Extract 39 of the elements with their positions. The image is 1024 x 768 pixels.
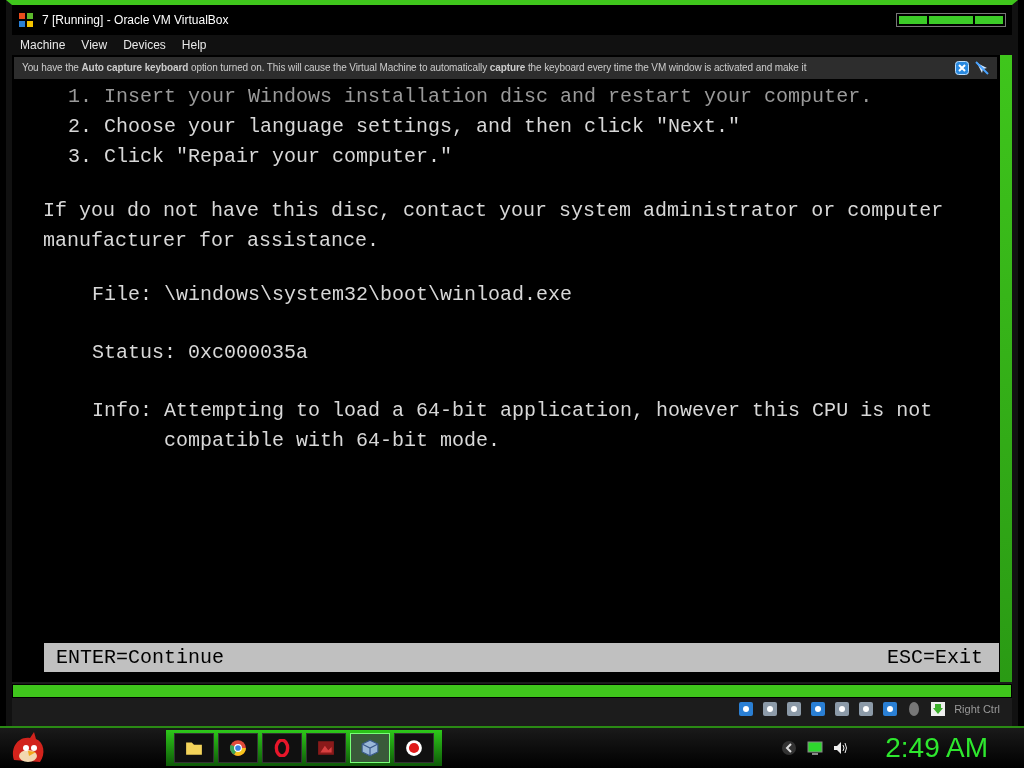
menu-item[interactable]: Help xyxy=(181,38,207,52)
menu-item[interactable]: View xyxy=(81,38,108,52)
taskbar-record-button[interactable] xyxy=(394,733,434,763)
app-logo-icon xyxy=(18,12,34,28)
horizontal-scrollbar[interactable] xyxy=(12,684,1012,698)
host-key-label: Right Ctrl xyxy=(954,703,1000,715)
browser-logo-icon xyxy=(229,739,247,757)
taskbar-folder-button[interactable] xyxy=(174,733,214,763)
close-icon[interactable] xyxy=(955,61,969,75)
taskbar-image-button[interactable] xyxy=(306,733,346,763)
boot-message: If you do not have this disc, contact your system administrator or computer manufacturer for assistance. xyxy=(43,198,945,254)
menu-item[interactable]: Machine xyxy=(20,38,66,52)
vertical-scrollbar[interactable] xyxy=(999,55,1012,682)
notification-text: You have the Auto capture keyboard option turned on. This will cause the Virtual Machine to automatically capture the keyboard every time the VM window is activated and make it xyxy=(22,61,808,75)
field-label: Status: xyxy=(92,340,176,366)
down-arrow-icon[interactable] xyxy=(930,701,947,717)
menu-item[interactable]: Devices xyxy=(123,38,166,52)
cube-icon xyxy=(361,739,379,757)
field-value: \windows\system32\boot\winload.exe xyxy=(164,282,574,308)
monitor-icon[interactable] xyxy=(807,740,824,756)
clock[interactable]: 2:49 AM xyxy=(885,732,988,764)
exit-hint: ESC=Exit xyxy=(887,644,983,671)
field-value: 0xc000035a xyxy=(188,340,310,366)
taskbar-chrome-button[interactable] xyxy=(218,733,258,763)
field-label: Info: xyxy=(92,398,152,424)
mouse-crossed-icon[interactable] xyxy=(975,61,989,75)
field-value: Attempting to load a 64-bit application, however this CPU is not compatible with 64-bit mode. xyxy=(164,398,934,454)
boot-step: 3. Click "Repair your computer." xyxy=(68,142,453,172)
window-title: 7 [Running] - Oracle VM VirtualBox xyxy=(42,13,230,27)
picture-icon xyxy=(317,739,335,757)
continue-hint: ENTER=Continue xyxy=(56,644,225,671)
ring-logo-icon xyxy=(273,739,291,757)
record-icon xyxy=(405,739,423,757)
boot-step: 1. Insert your Windows installation disc and restart your computer. xyxy=(68,82,873,112)
speaker-icon[interactable] xyxy=(833,740,850,756)
taskbar-cube-button[interactable] xyxy=(350,733,390,763)
taskbar-opera-button[interactable] xyxy=(262,733,302,763)
boot-step: 2. Choose your language settings, and then click "Next." xyxy=(68,112,741,142)
field-label: File: xyxy=(92,282,152,308)
